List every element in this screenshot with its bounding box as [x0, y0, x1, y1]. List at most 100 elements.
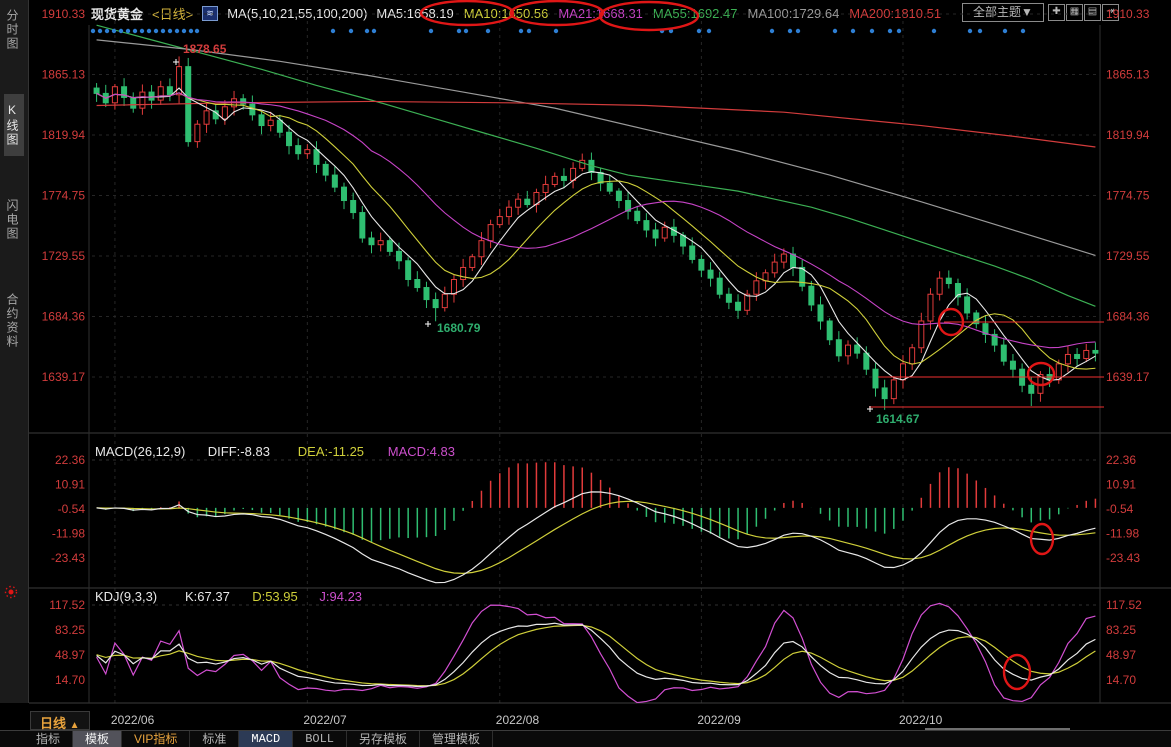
axis-label: 1729.55: [42, 249, 86, 263]
indicator-tabbar: 指标模板VIP指标标准MACDBOLL另存模板管理模板: [0, 730, 1171, 747]
sidebar-item-合约资料[interactable]: 合约资料: [4, 284, 24, 358]
signal-dot: [147, 29, 151, 33]
exit-icon[interactable]: ⇥: [1102, 4, 1119, 21]
candle-body: [103, 93, 108, 102]
candle-body: [671, 227, 676, 235]
candle-body: [186, 67, 191, 142]
candle-body: [561, 176, 566, 180]
tab-另存模板[interactable]: 另存模板: [347, 731, 420, 747]
indicator-legend: DIFF:-8.83: [208, 444, 270, 459]
candle-body: [919, 321, 924, 348]
tab-模板[interactable]: 模板: [73, 731, 122, 747]
axis-label: 22.36: [1106, 453, 1136, 467]
tab-VIP指标[interactable]: VIP指标: [122, 731, 190, 747]
candle-body: [360, 213, 365, 238]
gridlines: [29, 14, 1171, 703]
candle-body: [726, 294, 731, 302]
tab-标准[interactable]: 标准: [190, 731, 239, 747]
indicator-legend: MACD:4.83: [388, 444, 455, 459]
candle-body: [314, 150, 319, 165]
candle-body: [1038, 375, 1043, 394]
signal-dot: [372, 29, 376, 33]
chart-panel-icon[interactable]: ▦: [1066, 4, 1083, 21]
signal-dot: [770, 29, 774, 33]
axis-label: 10.91: [1106, 478, 1136, 492]
signal-dot: [331, 29, 335, 33]
signal-dot: [669, 29, 673, 33]
candle-body: [864, 353, 869, 369]
price-extreme-label: 1614.67: [876, 412, 920, 426]
candle-body: [222, 107, 227, 119]
theme-select-button[interactable]: 全部主题▼: [962, 3, 1044, 22]
indicator-legend: DEA:-11.25: [298, 444, 364, 459]
candle-body: [699, 259, 704, 270]
signal-dot: [349, 29, 353, 33]
ma-line-MA5: [97, 88, 1096, 380]
axis-label: -11.98: [52, 526, 85, 540]
signal-dot: [168, 29, 172, 33]
tab-管理模板[interactable]: 管理模板: [420, 731, 493, 747]
axis-labels: 1910.331910.331865.131865.131819.941819.…: [42, 7, 1150, 727]
indicator-legend: D:53.95: [252, 589, 298, 604]
date-label: 2022/09: [697, 713, 741, 727]
ma-value: MA100:1729.64: [748, 6, 840, 21]
candle-body: [543, 184, 548, 192]
candle-body: [946, 278, 951, 283]
candle-body: [167, 87, 172, 95]
candle-body: [241, 99, 246, 104]
candle-body: [232, 99, 237, 107]
tab-指标[interactable]: 指标: [24, 731, 73, 747]
candle-body: [415, 280, 420, 288]
ma-line-MA55: [97, 25, 1096, 306]
tab-MACD[interactable]: MACD: [239, 731, 293, 747]
indicator-legend: K:67.37: [185, 589, 230, 604]
sidebar-item-闪电图[interactable]: 闪电图: [4, 190, 24, 250]
candle-body: [406, 261, 411, 280]
candle-body: [433, 300, 438, 308]
candle-body: [781, 254, 786, 262]
zoom-range-indicator[interactable]: [925, 728, 1070, 730]
signal-dot: [897, 29, 901, 33]
candle-body: [387, 241, 392, 252]
axis-label: -0.54: [1106, 502, 1134, 516]
candle-body: [662, 227, 667, 238]
tab-BOLL[interactable]: BOLL: [293, 731, 347, 747]
candle-body: [1001, 345, 1006, 361]
candle-body: [791, 254, 796, 267]
axis-label: 1639.17: [42, 370, 86, 384]
candle-body: [992, 334, 997, 345]
axis-label: 10.91: [55, 478, 85, 492]
signal-dot: [133, 29, 137, 33]
chart-canvas[interactable]: 1910.331910.331865.131865.131819.941819.…: [0, 0, 1171, 747]
ma-value: MA5:1658.19: [376, 6, 453, 21]
candlestick-mini-icon[interactable]: ≋: [202, 6, 218, 21]
candle-body: [827, 321, 832, 340]
sidebar-item-K线图[interactable]: K线图: [4, 94, 24, 156]
signal-dot: [112, 29, 116, 33]
period-select-button[interactable]: 日线 ▲: [30, 711, 90, 730]
ma-lines: [97, 25, 1096, 380]
signal-dot: [796, 29, 800, 33]
candle-body: [1084, 350, 1089, 358]
ma-value: MA10:1650.56: [464, 6, 549, 21]
candle-body: [112, 87, 117, 103]
candle-body: [708, 270, 713, 278]
candle-body: [1075, 354, 1080, 358]
ma-line-MA200: [97, 101, 1096, 147]
axis-label: 1729.55: [1106, 249, 1150, 263]
axis-label: -23.43: [51, 551, 85, 565]
signal-dot: [1003, 29, 1007, 33]
hand-drawn-circle: [1031, 524, 1053, 554]
axis-label: 1910.33: [42, 7, 86, 21]
candle-body: [287, 132, 292, 145]
candle-body: [653, 230, 658, 238]
chart-panel-alt-icon[interactable]: ▤: [1084, 4, 1101, 21]
signal-dot: [195, 29, 199, 33]
crosshair-icon[interactable]: ✚: [1048, 4, 1065, 21]
sidebar-item-分时图[interactable]: 分时图: [4, 0, 24, 60]
candle-body: [424, 288, 429, 300]
candle-body: [552, 176, 557, 184]
axis-label: 1639.17: [1106, 370, 1150, 384]
signal-dot: [140, 29, 144, 33]
ma-values: MA5:1658.19MA10:1650.56MA21:1668.31MA55:…: [376, 6, 941, 21]
